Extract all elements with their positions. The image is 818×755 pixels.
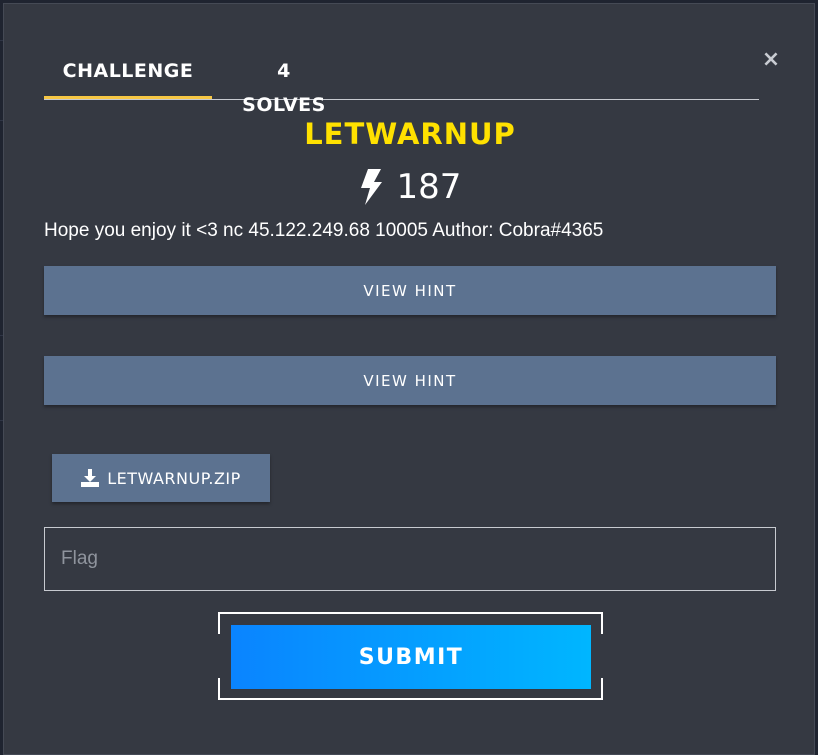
file-name: letwarnup.zip <box>107 468 241 488</box>
flag-input[interactable] <box>44 527 776 591</box>
submit-button[interactable]: Submit <box>231 625 591 689</box>
challenge-title: LETWARNUP <box>304 117 516 151</box>
download-file-button[interactable]: letwarnup.zip <box>52 454 270 502</box>
tab-solves[interactable]: 4 Solves <box>234 54 334 116</box>
challenge-modal: × Challenge 4 Solves LETWARNUP 187 Hope … <box>3 3 815 755</box>
challenge-points: 187 <box>4 164 816 210</box>
tab-challenge[interactable]: Challenge <box>44 54 212 99</box>
view-hint-button-2[interactable]: View Hint <box>44 356 776 405</box>
points-value: 187 <box>396 167 462 207</box>
view-hint-button-1[interactable]: View Hint <box>44 266 776 315</box>
modal-tabs: Challenge 4 Solves <box>44 54 759 116</box>
submit-frame: Submit <box>218 612 603 700</box>
lightning-bolt-icon <box>360 169 382 205</box>
challenge-description: Hope you enjoy it <3 nc 45.122.249.68 10… <box>44 220 604 241</box>
download-icon <box>81 469 100 487</box>
frame-edge <box>218 612 603 614</box>
close-icon[interactable]: × <box>761 48 781 72</box>
frame-edge <box>218 698 603 700</box>
